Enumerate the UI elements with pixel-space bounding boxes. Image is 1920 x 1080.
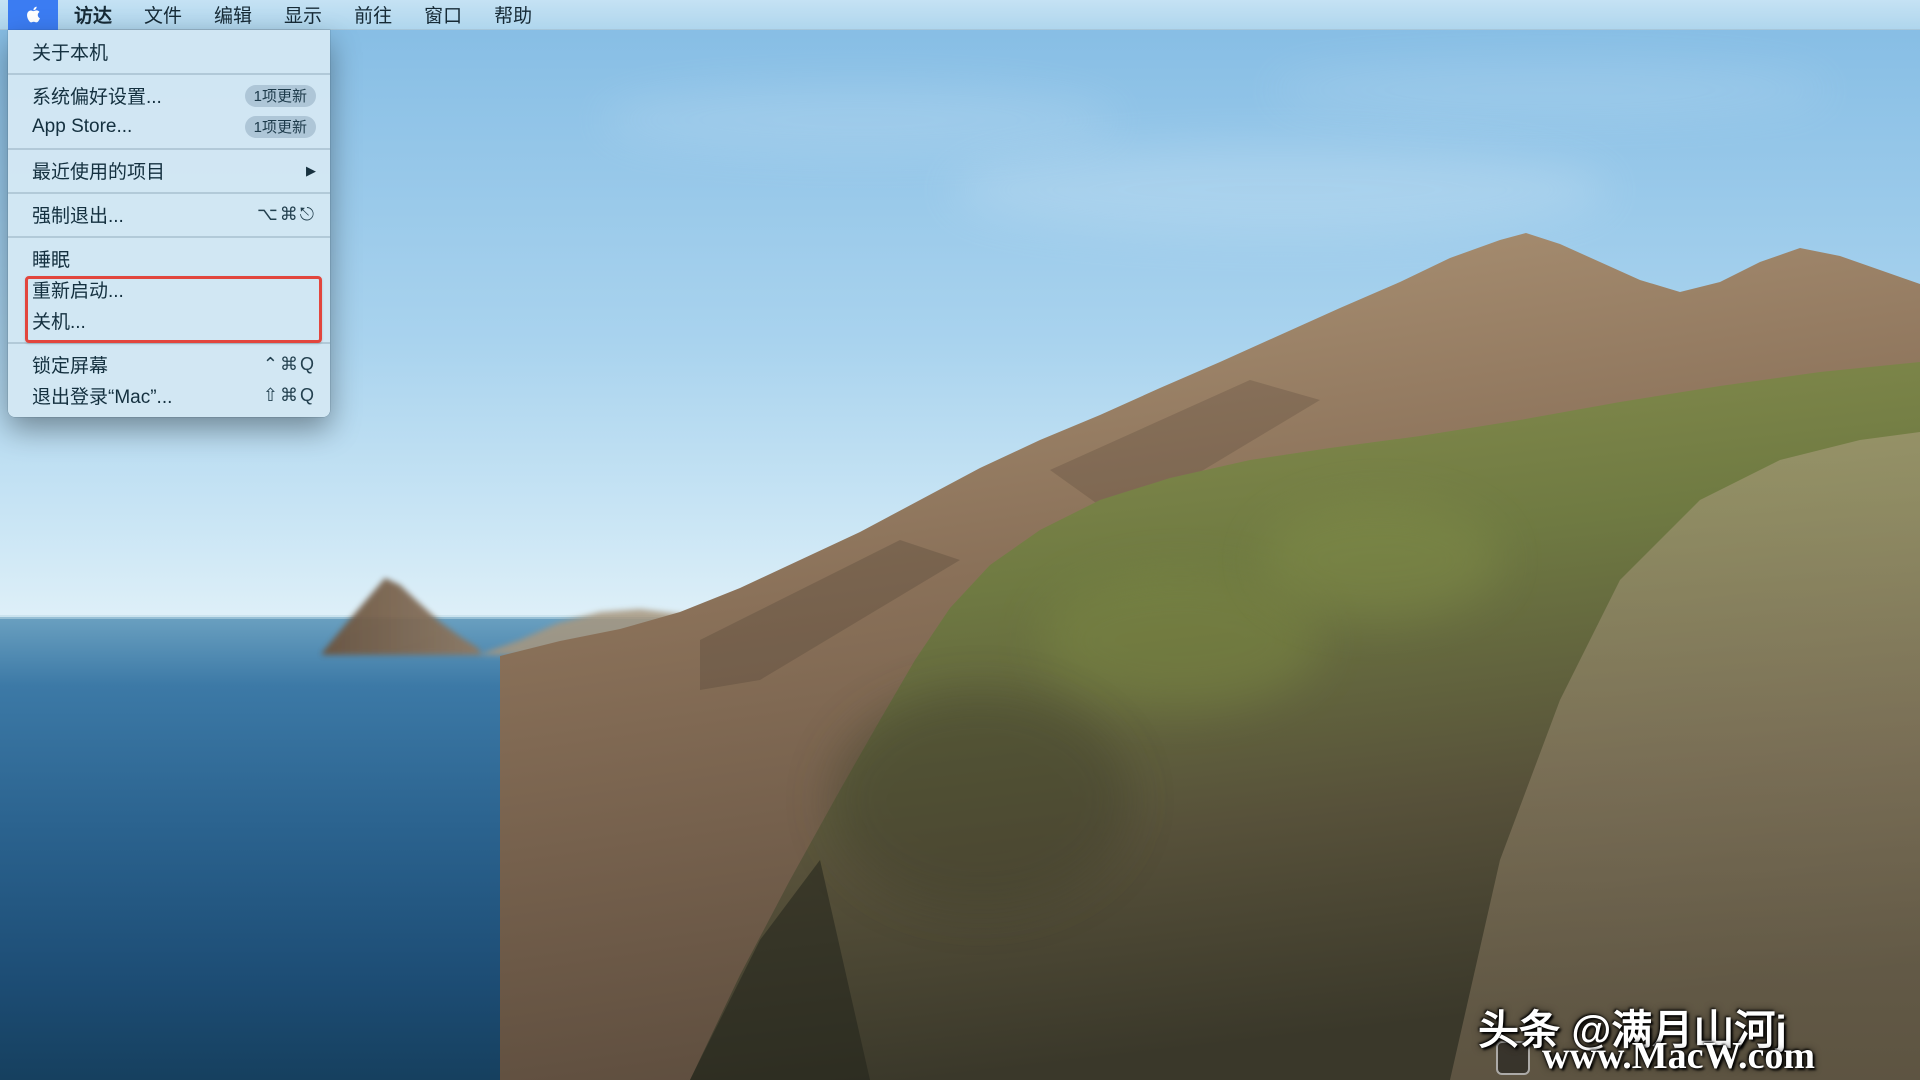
menu-separator	[8, 192, 330, 194]
menubar-item-finder[interactable]: 访达	[58, 0, 128, 30]
menu-item-sleep[interactable]: 睡眠	[8, 243, 330, 274]
menubar-item-view[interactable]: 显示	[268, 0, 338, 30]
menu-item-lock-screen[interactable]: 锁定屏幕 ⌃⌘Q	[8, 349, 330, 380]
menu-item-label: 系统偏好设置...	[32, 82, 245, 109]
menu-item-label: 关于本机	[32, 38, 316, 65]
menu-item-app-store[interactable]: App Store... 1项更新	[8, 111, 330, 142]
menu-item-label: 退出登录“Mac”...	[32, 382, 263, 409]
keyboard-shortcut: ⌃⌘Q	[263, 354, 316, 375]
menu-item-label: 最近使用的项目	[32, 157, 306, 184]
menubar-item-go[interactable]: 前往	[338, 0, 408, 30]
menu-item-label: App Store...	[32, 116, 245, 138]
menu-item-force-quit[interactable]: 强制退出... ⌥⌘⎋	[8, 199, 330, 230]
watermark-url: www.MacW.com	[1542, 1034, 1815, 1078]
menu-item-label: 睡眠	[32, 245, 316, 272]
menubar-item-help[interactable]: 帮助	[478, 0, 548, 30]
update-badge: 1项更新	[245, 85, 316, 107]
menu-separator	[8, 236, 330, 238]
keyboard-shortcut: ⇧⌘Q	[263, 385, 316, 406]
submenu-arrow-icon: ▶	[306, 163, 316, 179]
menu-item-label: 强制退出...	[32, 201, 257, 228]
keyboard-shortcut: ⌥⌘⎋	[257, 204, 316, 225]
menu-separator	[8, 148, 330, 150]
annotation-red-box	[25, 276, 322, 343]
menu-item-about-this-mac[interactable]: 关于本机	[8, 36, 330, 67]
update-badge: 1项更新	[245, 116, 316, 138]
menubar-item-edit[interactable]: 编辑	[198, 0, 268, 30]
apple-logo-icon	[24, 5, 43, 24]
menu-item-label: 锁定屏幕	[32, 351, 263, 378]
menubar-item-window[interactable]: 窗口	[408, 0, 478, 30]
apple-menu-button[interactable]	[8, 0, 58, 30]
apple-menu-dropdown: 关于本机 系统偏好设置... 1项更新 App Store... 1项更新 最近…	[8, 30, 330, 417]
menu-bar: 访达 文件 编辑 显示 前往 窗口 帮助	[0, 0, 1920, 30]
menu-item-system-preferences[interactable]: 系统偏好设置... 1项更新	[8, 80, 330, 111]
menu-item-log-out[interactable]: 退出登录“Mac”... ⇧⌘Q	[8, 380, 330, 411]
menu-item-recent-items[interactable]: 最近使用的项目 ▶	[8, 155, 330, 186]
menu-separator	[8, 73, 330, 75]
menubar-item-file[interactable]: 文件	[128, 0, 198, 30]
